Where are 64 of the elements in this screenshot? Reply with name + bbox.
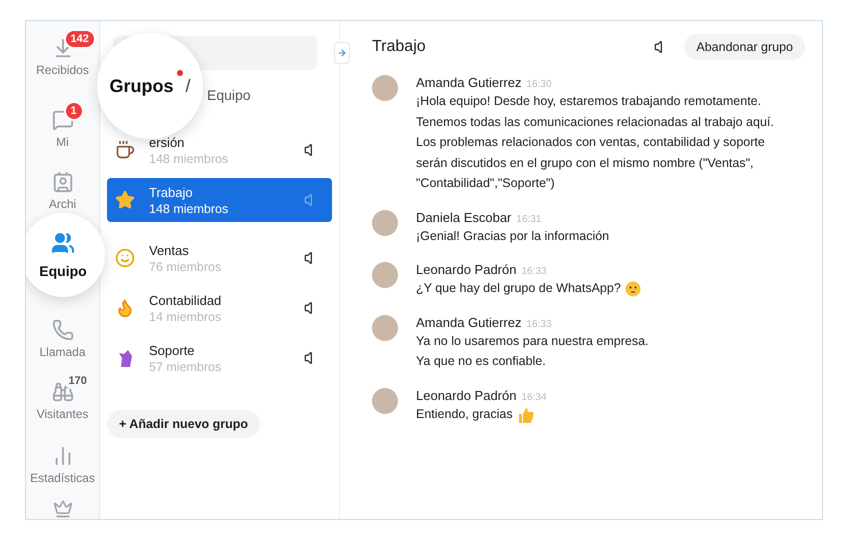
message-text: ¡Genial! Gracias por la información bbox=[416, 228, 610, 245]
avatar bbox=[372, 388, 398, 414]
author-name: Leonardo Padrón bbox=[416, 262, 516, 277]
breadcrumb-link[interactable]: Equipo bbox=[207, 87, 251, 103]
nav-item[interactable]: Estadísticas bbox=[30, 437, 96, 485]
star-icon bbox=[115, 190, 135, 210]
group-name: Trabajo bbox=[149, 184, 194, 200]
group-item[interactable]: Contabilidad 14 miembros bbox=[107, 286, 332, 330]
nav-item[interactable]: Llamada bbox=[30, 311, 96, 359]
avatar bbox=[372, 314, 398, 340]
count-badge: 142 bbox=[64, 29, 96, 49]
member-count: 14 miembros bbox=[149, 310, 222, 324]
nav-icon bbox=[52, 171, 74, 193]
group-name: Contabilidad bbox=[149, 292, 222, 308]
message-text: serán discutidos en el grupo con el mismo nombre ("Ventas", bbox=[416, 154, 754, 172]
group-name: ersión bbox=[149, 134, 186, 150]
arrow-right-icon bbox=[337, 48, 347, 58]
breadcrumb-separator: / bbox=[186, 76, 191, 96]
message-time: 16:30 bbox=[526, 79, 552, 90]
nav-item[interactable]: Visitantes 170 bbox=[30, 373, 96, 421]
message-text: ¡Hola equipo! Desde hoy, estaremos trabajando remotamente. bbox=[416, 93, 762, 110]
nav-item[interactable]: Archi bbox=[30, 163, 96, 211]
avatar bbox=[372, 75, 398, 101]
message-text: "Contabilidad","Soporte") bbox=[416, 175, 555, 192]
group-name: Soporte bbox=[149, 342, 196, 358]
author-name: Amanda Gutierrez bbox=[416, 314, 522, 330]
group-item[interactable]: Trabajo 148 miembros bbox=[107, 178, 332, 222]
member-count: 148 miembros bbox=[149, 202, 230, 216]
nav-item[interactable]: Mi 1 bbox=[30, 101, 96, 149]
avatar bbox=[372, 262, 398, 288]
message-time: 16:33 bbox=[526, 318, 552, 330]
message-time: 16:31 bbox=[516, 214, 542, 224]
count-badge: 1 bbox=[64, 101, 84, 121]
author-name: Leonardo Padrón bbox=[416, 388, 516, 402]
message-text: ¿Y que hay del grupo de WhatsApp? bbox=[416, 280, 621, 297]
message-text: Ya que no es confiable. bbox=[416, 353, 546, 370]
nav-item[interactable]: Recibidos 142 bbox=[30, 29, 96, 77]
add-group-button[interactable]: + Añadir nuevo grupo bbox=[107, 410, 260, 438]
message-text: Los problemas relacionados con ventas, contabilidad y soporte bbox=[416, 134, 765, 151]
author-name: Amanda Gutierrez bbox=[416, 75, 522, 90]
group-item[interactable]: ersión 148 miembros bbox=[107, 128, 332, 172]
member-count: 57 miembros bbox=[149, 360, 222, 374]
chat-title: Trabajo bbox=[372, 38, 427, 56]
smiley-icon bbox=[115, 248, 135, 268]
people-icon bbox=[51, 231, 75, 255]
group-name: Ventas bbox=[149, 242, 190, 258]
message-text: Entiendo, gracias bbox=[416, 406, 513, 423]
group-item[interactable]: Soporte 57 miembros bbox=[107, 336, 332, 380]
cup-icon bbox=[115, 140, 135, 160]
crown-icon bbox=[52, 499, 72, 519]
breadcrumb-title: Grupos bbox=[109, 76, 174, 96]
thumbs-up-icon bbox=[516, 406, 535, 424]
author-name: Daniela Escobar bbox=[416, 210, 512, 224]
group-item[interactable]: Ventas 76 miembros bbox=[107, 236, 332, 280]
message-time: 16:34 bbox=[521, 392, 547, 402]
message-text: Ya no lo usaremos para nuestra empresa. bbox=[416, 332, 649, 350]
member-count: 76 miembros bbox=[149, 260, 222, 274]
message-time: 16:33 bbox=[521, 266, 547, 277]
message-text: Tenemos todas las comunicaciones relacionadas al trabajo aquí. bbox=[416, 114, 774, 131]
collapse-button[interactable] bbox=[334, 42, 350, 64]
member-count: 148 miembros bbox=[149, 152, 230, 166]
leave-group-button[interactable]: Abandonar grupo bbox=[684, 34, 805, 60]
avatar bbox=[372, 210, 398, 236]
nav-icon bbox=[52, 319, 74, 341]
